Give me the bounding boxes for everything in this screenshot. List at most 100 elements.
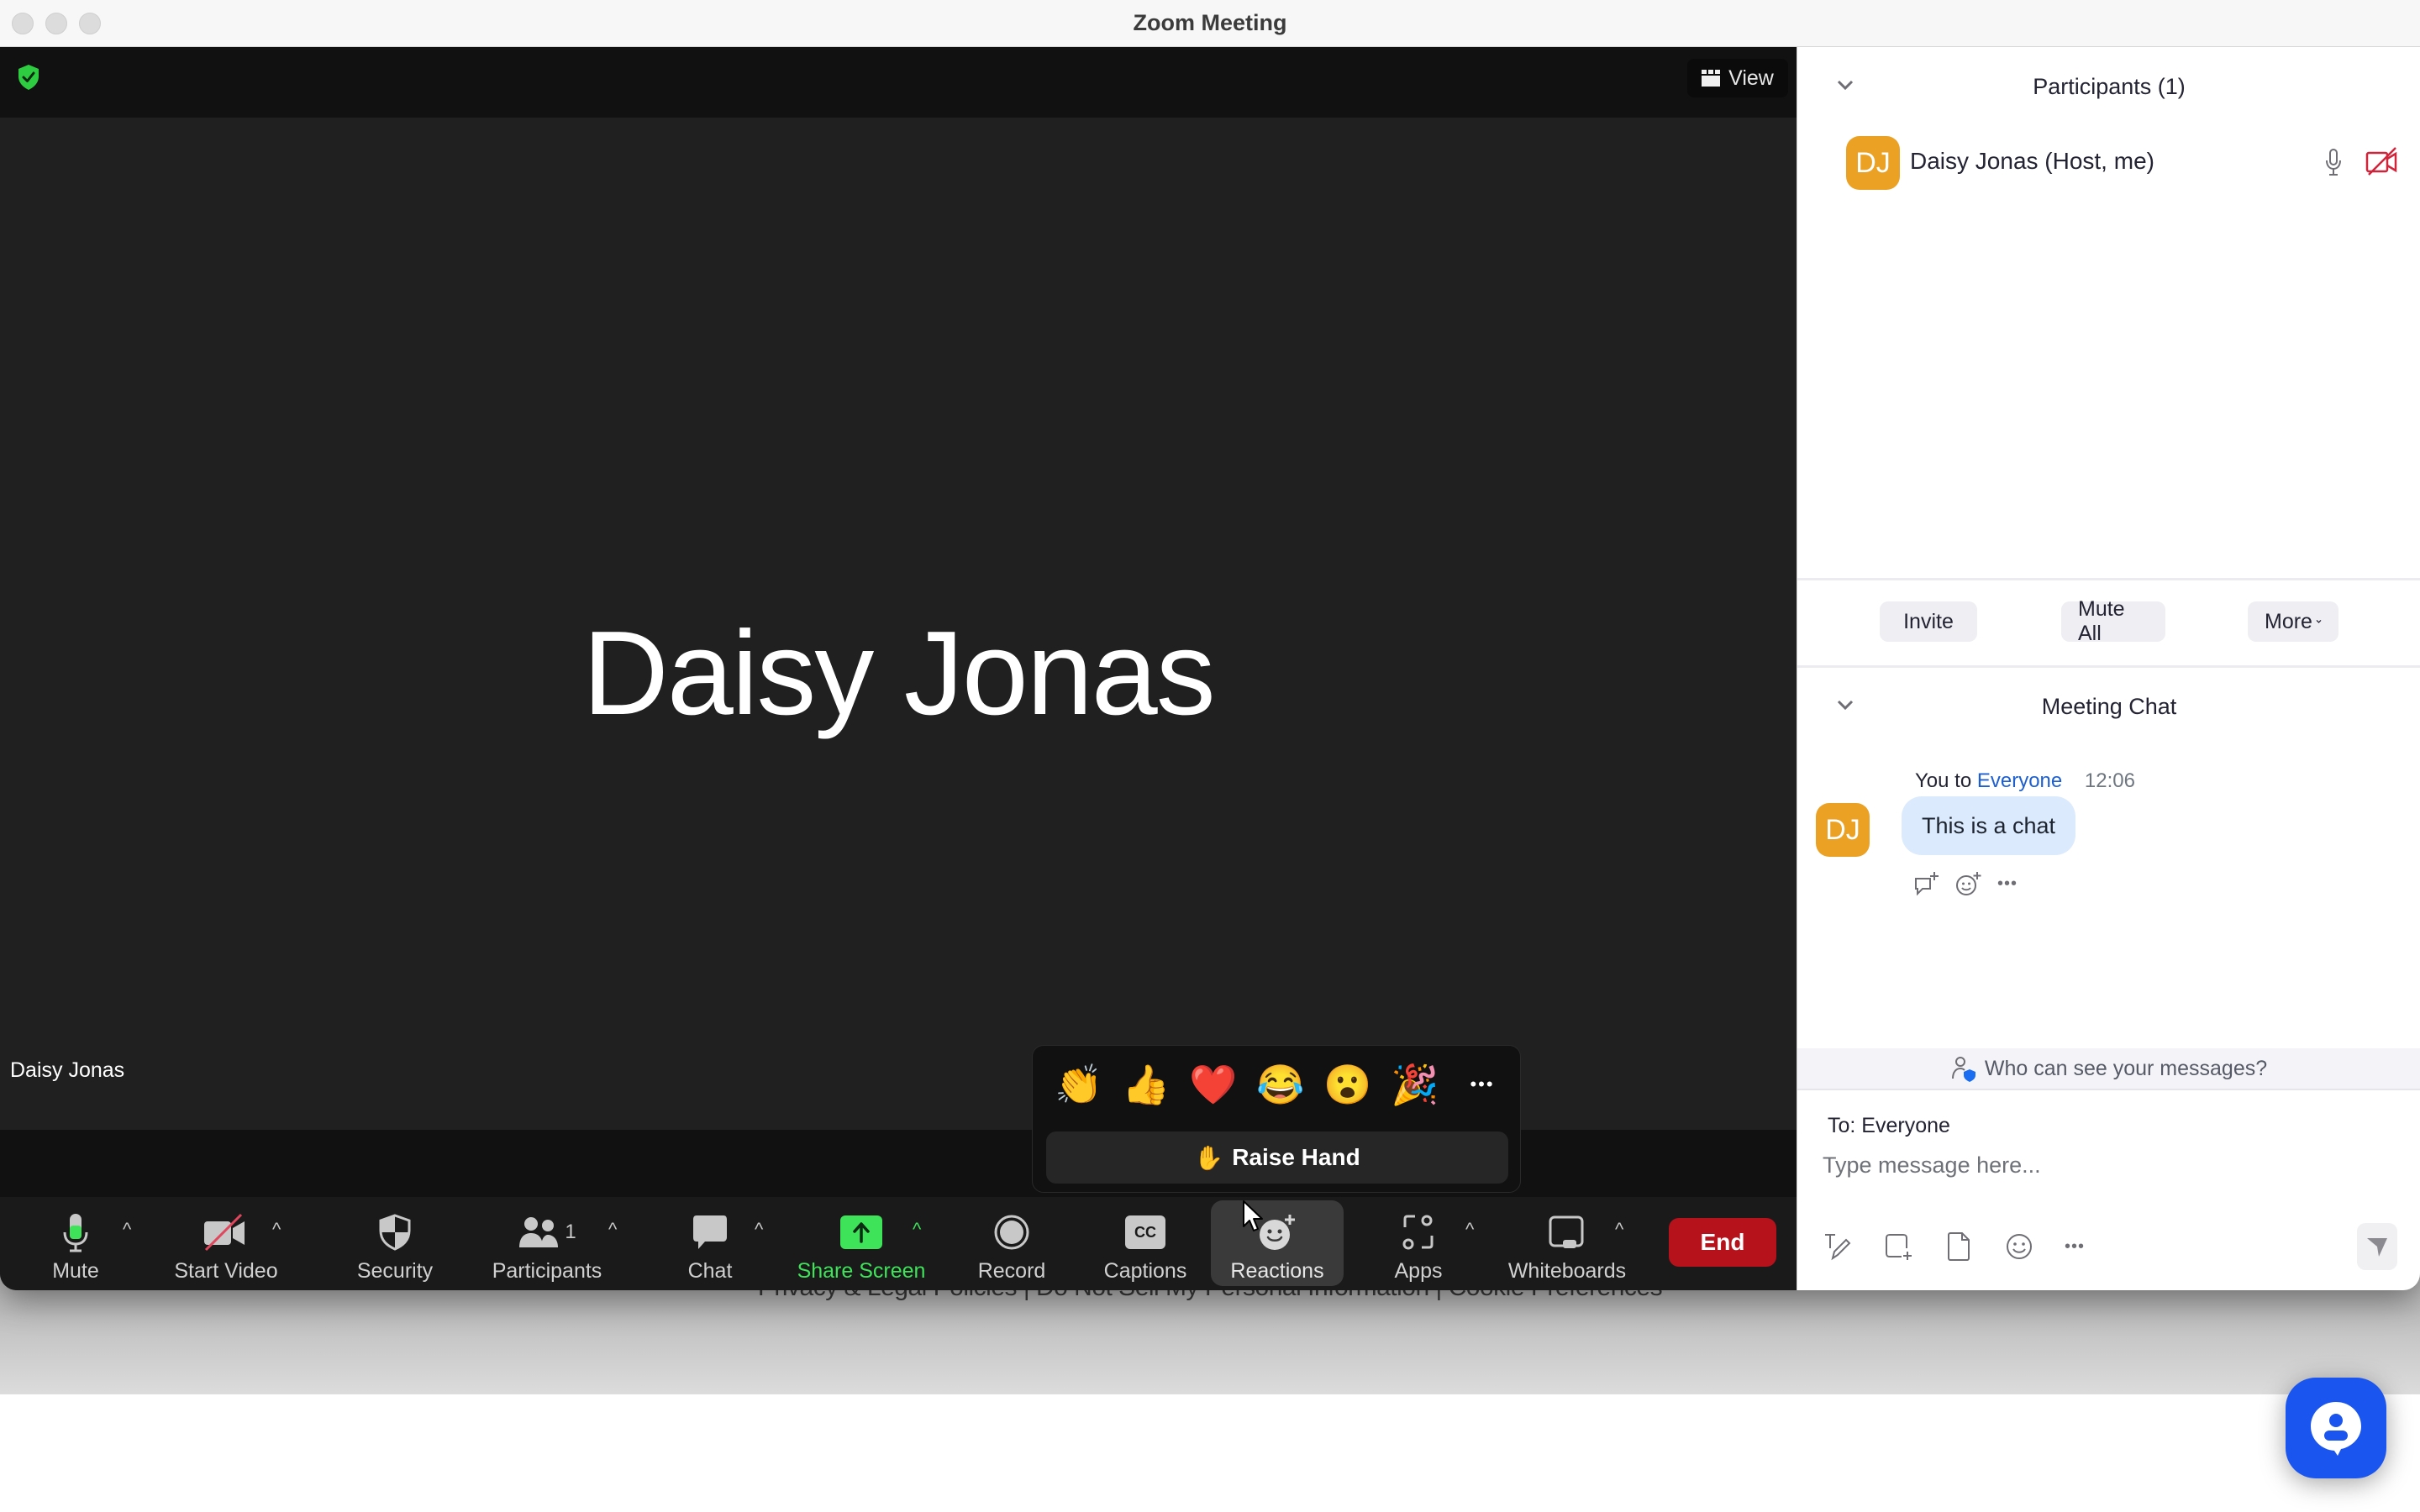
video-off-icon (204, 1213, 245, 1252)
emoji-icon[interactable] (2004, 1231, 2034, 1262)
send-message-button[interactable] (2357, 1223, 2397, 1270)
start-video-button[interactable]: Start Video (165, 1197, 287, 1290)
security-shield-icon (379, 1214, 411, 1251)
message-privacy-info[interactable]: Who can see your messages? (1797, 1048, 2420, 1090)
apps-icon (1402, 1215, 1434, 1250)
end-meeting-button[interactable]: End (1669, 1218, 1776, 1267)
whiteboards-label: Whiteboards (1507, 1259, 1627, 1283)
participants-icon (519, 1217, 559, 1247)
more-chevron-down-icon (2316, 620, 2322, 623)
participant-mic-icon[interactable] (2325, 148, 2342, 176)
reaction-thumbs-up[interactable]: 👍 (1117, 1059, 1176, 1110)
more-button[interactable]: More (2248, 601, 2338, 642)
chat-message-bubble[interactable]: This is a chat (1902, 796, 2076, 855)
captions-button[interactable]: CC Captions (1097, 1197, 1193, 1290)
chat-message-input[interactable] (1823, 1144, 2394, 1186)
chat-message-meta: You to Everyone 12:06 (1915, 769, 2135, 793)
more-reactions-button[interactable]: ••• (1453, 1059, 1512, 1110)
apps-options-caret[interactable]: ^ (1465, 1219, 1474, 1241)
reaction-clap[interactable]: 👏 (1050, 1059, 1108, 1110)
participant-name: Daisy Jonas (Host, me) (1910, 148, 2154, 174)
microphone-icon (63, 1214, 88, 1252)
chat-recipient-selector[interactable]: To: Everyone (1828, 1114, 1950, 1138)
chat-divider (1797, 665, 2420, 668)
side-panel: Participants (1) DJ Daisy Jonas (Host, m… (1797, 47, 2420, 1290)
chat-support-icon (2311, 1402, 2361, 1456)
chat-message-actions: ••• (1913, 870, 2018, 897)
record-label: Record (977, 1259, 1046, 1283)
mute-all-button[interactable]: Mute All (2061, 597, 2165, 645)
apps-button[interactable]: Apps (1378, 1197, 1459, 1290)
captions-cc-icon: CC (1125, 1215, 1165, 1249)
send-icon (2367, 1238, 2387, 1257)
reaction-joy[interactable]: 😂 (1251, 1059, 1310, 1110)
chat-button[interactable]: Chat (672, 1197, 748, 1290)
add-reaction-icon[interactable] (1955, 870, 1982, 897)
whiteboards-button[interactable]: Whiteboards (1504, 1197, 1630, 1290)
chat-to-word: to (1954, 769, 1972, 792)
reactions-button[interactable]: Reactions (1211, 1197, 1344, 1290)
chat-sender-avatar: DJ (1816, 803, 1870, 857)
security-label: Security (356, 1259, 434, 1283)
raise-hand-icon: ✋ (1194, 1144, 1224, 1171)
apps-label: Apps (1394, 1259, 1443, 1283)
meeting-top-bar: View (0, 47, 1797, 118)
participant-avatar: DJ (1846, 136, 1900, 190)
reply-thread-icon[interactable] (1913, 870, 1940, 897)
raise-hand-button[interactable]: ✋ Raise Hand (1046, 1131, 1508, 1184)
share-screen-label: Share Screen (797, 1259, 926, 1283)
security-button[interactable]: Security (345, 1197, 445, 1290)
record-button[interactable]: Record (970, 1197, 1054, 1290)
encryption-shield-icon[interactable] (17, 64, 40, 91)
participants-options-caret[interactable]: ^ (608, 1219, 617, 1241)
window-title: Zoom Meeting (1133, 10, 1287, 35)
participant-video-tile[interactable]: Daisy Jonas (0, 118, 1797, 1130)
title-bar: Zoom Meeting (0, 0, 2420, 47)
participants-label: Participants (492, 1259, 602, 1283)
chat-bubble-icon (693, 1215, 727, 1249)
whiteboard-icon (1549, 1215, 1584, 1248)
reactions-label: Reactions (1230, 1259, 1324, 1283)
view-label: View (1728, 66, 1774, 90)
view-button[interactable]: View (1687, 59, 1788, 97)
captions-label: Captions (1103, 1259, 1187, 1283)
share-options-caret[interactable]: ^ (913, 1219, 921, 1241)
share-screen-button[interactable]: Share Screen (793, 1197, 929, 1290)
video-area: View Daisy Jonas Daisy Jonas Mute ^ Star… (0, 47, 1797, 1290)
video-options-caret[interactable]: ^ (272, 1219, 281, 1241)
start-video-label: Start Video (174, 1259, 278, 1283)
record-icon (994, 1215, 1029, 1250)
raise-hand-label: Raise Hand (1232, 1144, 1360, 1170)
invite-button[interactable]: Invite (1880, 601, 1977, 642)
chat-recipient-link[interactable]: Everyone (1977, 769, 2062, 792)
privacy-info-text: Who can see your messages? (1984, 1056, 2268, 1080)
participant-display-name: Daisy Jonas (582, 606, 1215, 740)
mute-button[interactable]: Mute (34, 1197, 118, 1290)
screenshot-icon[interactable] (1883, 1231, 1913, 1262)
chat-options-caret[interactable]: ^ (755, 1219, 763, 1241)
participants-button[interactable]: 1 Participants (487, 1197, 607, 1290)
chat-label: Chat (687, 1259, 733, 1283)
view-grid-icon (1702, 70, 1721, 87)
meeting-toolbar: Mute ^ Start Video ^ Security 1 Particip… (0, 1197, 1797, 1290)
reactions-popup: 👏 👍 ❤️ 😂 😮 🎉 ••• ✋ Raise Hand (1032, 1045, 1521, 1193)
whiteboards-options-caret[interactable]: ^ (1615, 1219, 1623, 1241)
reaction-party-popper[interactable]: 🎉 (1386, 1059, 1444, 1110)
reaction-heart[interactable]: ❤️ (1184, 1059, 1243, 1110)
privacy-user-shield-icon (1951, 1057, 1975, 1082)
participant-list-item[interactable]: DJ Daisy Jonas (Host, me) (1846, 136, 2401, 190)
chat-timestamp: 12:06 (2084, 769, 2135, 792)
compose-toolbar: ••• (1823, 1231, 2085, 1262)
participants-count: 1 (565, 1221, 576, 1243)
mute-label: Mute (52, 1259, 99, 1283)
more-label: More (2265, 609, 2312, 633)
compose-more-options-icon[interactable]: ••• (2065, 1237, 2085, 1257)
message-more-options-icon[interactable]: ••• (1997, 874, 2018, 894)
page-background (0, 1394, 2420, 1512)
file-attach-icon[interactable] (1944, 1231, 1974, 1262)
support-chat-button[interactable] (2286, 1378, 2386, 1478)
reaction-open-mouth[interactable]: 😮 (1318, 1059, 1377, 1110)
participant-video-off-icon[interactable] (2365, 146, 2399, 176)
audio-options-caret[interactable]: ^ (123, 1219, 131, 1241)
text-format-icon[interactable] (1823, 1231, 1853, 1262)
